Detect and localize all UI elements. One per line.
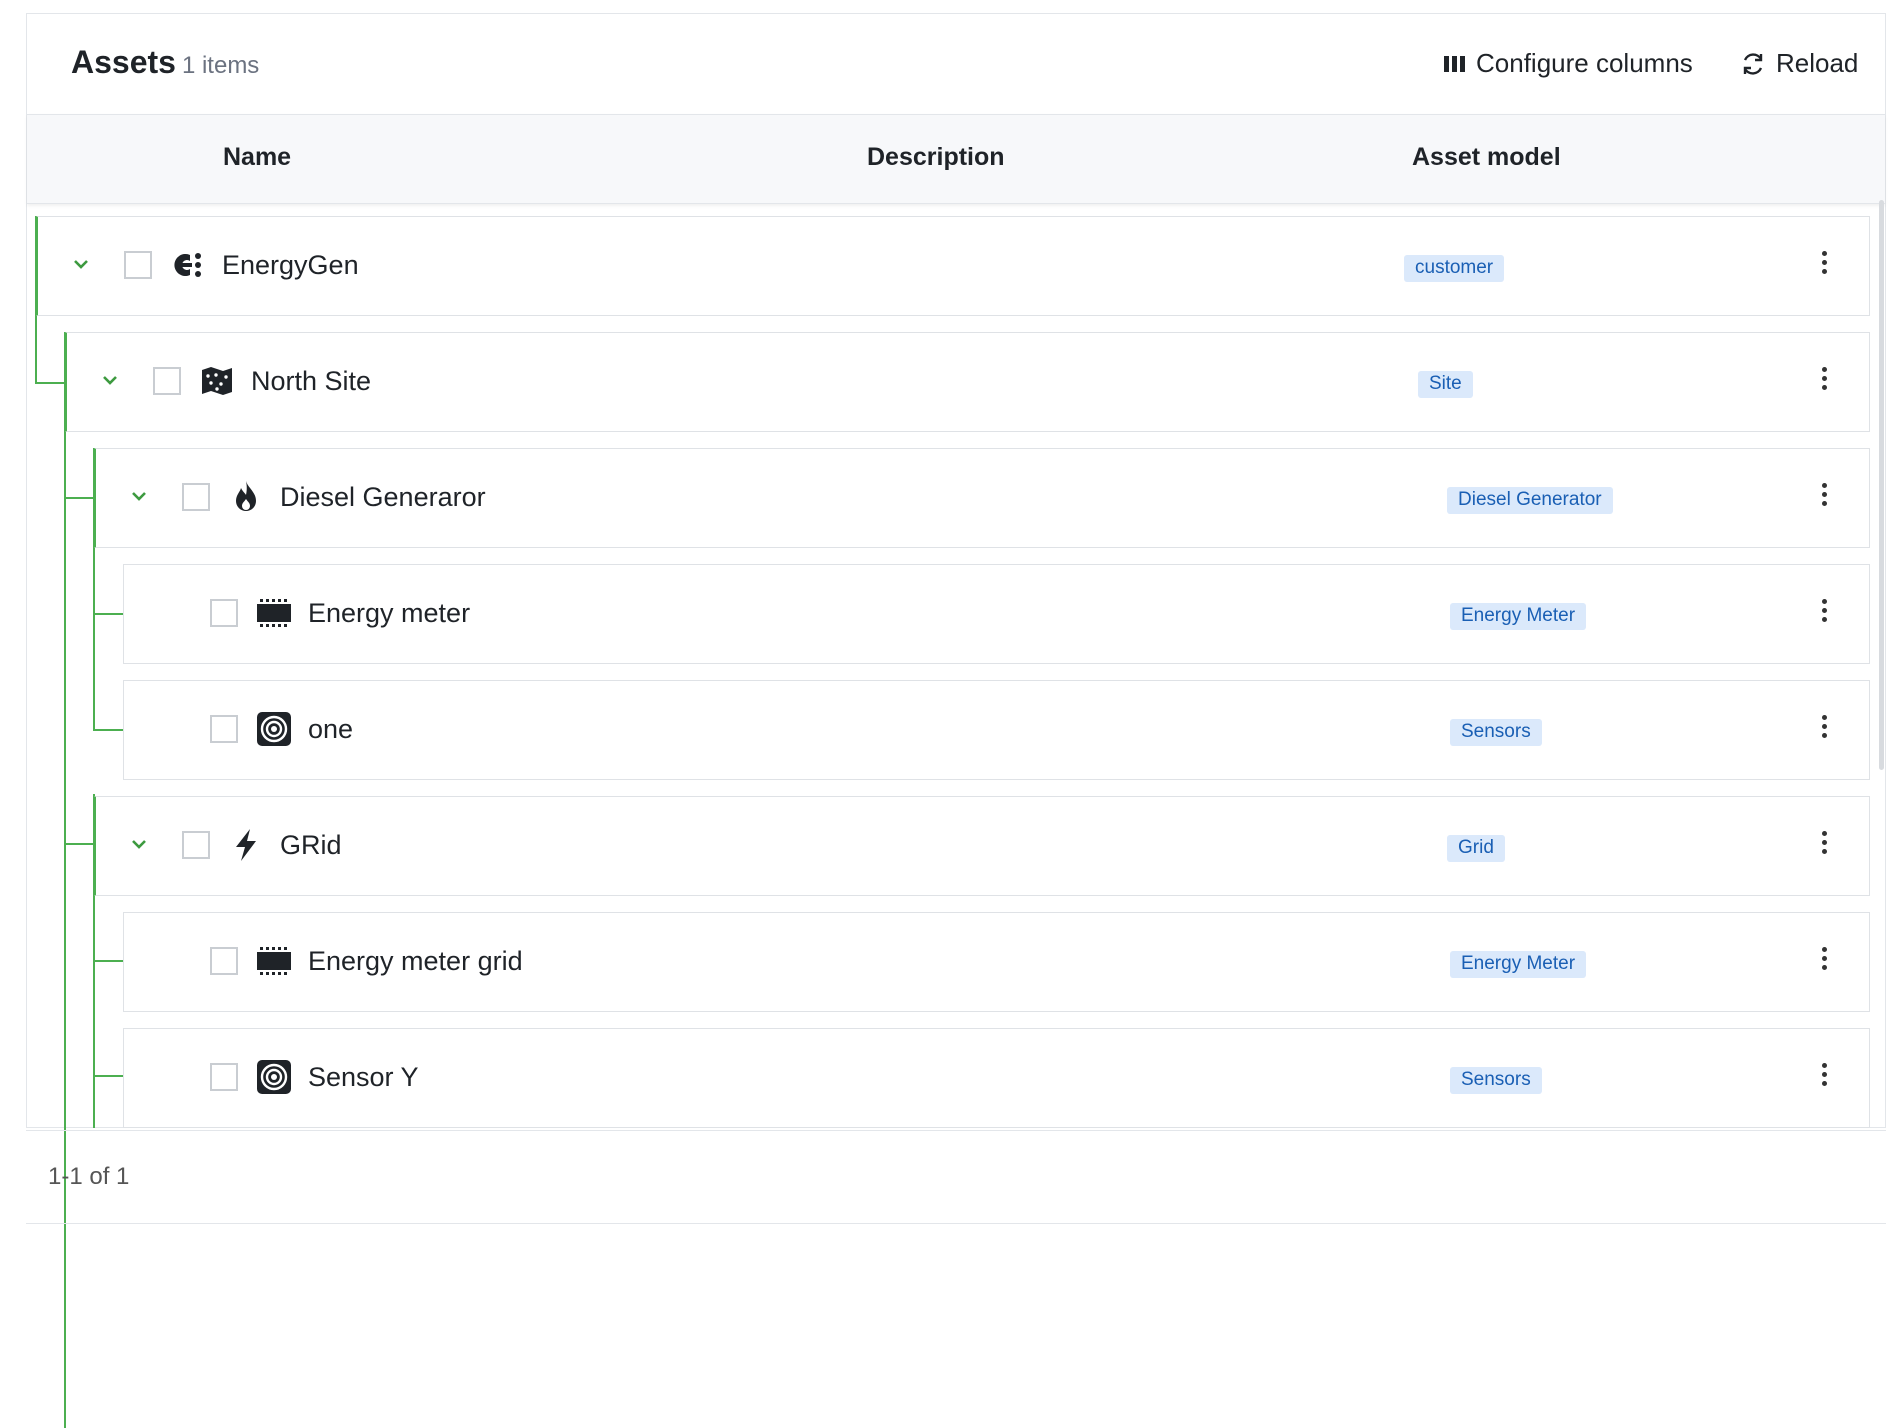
tree-line: [93, 960, 123, 962]
tree-line: [64, 843, 94, 845]
more-options-icon[interactable]: [1819, 715, 1829, 743]
row-name: EnergyGen: [222, 250, 359, 281]
row-name: North Site: [251, 366, 371, 397]
table-row[interactable]: North Site Site: [65, 332, 1870, 432]
chevron-down-icon[interactable]: [128, 833, 150, 855]
tree-line: [93, 729, 123, 731]
table-row[interactable]: Diesel Generaror Diesel Generator: [94, 448, 1870, 548]
chevron-down-icon[interactable]: [99, 369, 121, 391]
row-checkbox[interactable]: [182, 831, 210, 859]
more-options-icon[interactable]: [1819, 1063, 1829, 1091]
more-options-icon[interactable]: [1819, 251, 1829, 279]
more-options-icon[interactable]: [1819, 947, 1829, 975]
meter-icon: [256, 595, 292, 631]
sensor-icon: [256, 1059, 292, 1095]
asset-model-tag: Energy Meter: [1450, 603, 1586, 630]
table-footer: 1-1 of 1: [26, 1130, 1886, 1224]
row-name: Energy meter grid: [308, 946, 523, 977]
row-checkbox[interactable]: [182, 483, 210, 511]
bolt-icon: [228, 827, 264, 863]
energy-gen-icon: [170, 247, 206, 283]
row-name: Diesel Generaror: [280, 482, 486, 513]
more-options-icon[interactable]: [1819, 483, 1829, 511]
asset-model-tag: Sensors: [1450, 1067, 1542, 1094]
row-checkbox[interactable]: [153, 367, 181, 395]
meter-icon: [256, 943, 292, 979]
tree-line: [93, 613, 123, 615]
row-checkbox[interactable]: [210, 947, 238, 975]
tree-line: [35, 382, 65, 384]
row-checkbox[interactable]: [210, 715, 238, 743]
table-row[interactable]: GRid Grid: [94, 796, 1870, 896]
flame-icon: [228, 479, 264, 515]
table-row[interactable]: one Sensors: [123, 680, 1870, 780]
asset-model-tag: Energy Meter: [1450, 951, 1586, 978]
pagination-info: 1-1 of 1: [48, 1163, 129, 1191]
row-name: one: [308, 714, 353, 745]
row-name: Sensor Y: [308, 1062, 419, 1093]
chevron-down-icon[interactable]: [128, 485, 150, 507]
chevron-down-icon[interactable]: [70, 253, 92, 275]
table-row[interactable]: Sensor Y Sensors: [123, 1028, 1870, 1128]
vertical-scrollbar[interactable]: [1879, 200, 1884, 770]
more-options-icon[interactable]: [1819, 599, 1829, 627]
row-checkbox[interactable]: [210, 1063, 238, 1091]
more-options-icon[interactable]: [1819, 831, 1829, 859]
row-checkbox[interactable]: [124, 251, 152, 279]
row-checkbox[interactable]: [210, 599, 238, 627]
sensor-icon: [256, 711, 292, 747]
table-row[interactable]: EnergyGen customer: [36, 216, 1870, 316]
asset-model-tag: customer: [1404, 255, 1504, 282]
asset-model-tag: Site: [1418, 371, 1473, 398]
asset-model-tag: Sensors: [1450, 719, 1542, 746]
map-icon: [199, 363, 235, 399]
more-options-icon[interactable]: [1819, 367, 1829, 395]
tree-line: [64, 497, 94, 499]
asset-tree: EnergyGen customer North Site Site Diese…: [0, 0, 1904, 1128]
table-row[interactable]: Energy meter Energy Meter: [123, 564, 1870, 664]
row-name: GRid: [280, 830, 342, 861]
tree-line: [93, 1075, 123, 1077]
table-row[interactable]: Energy meter grid Energy Meter: [123, 912, 1870, 1012]
asset-model-tag: Grid: [1447, 835, 1505, 862]
asset-model-tag: Diesel Generator: [1447, 487, 1613, 514]
row-name: Energy meter: [308, 598, 470, 629]
